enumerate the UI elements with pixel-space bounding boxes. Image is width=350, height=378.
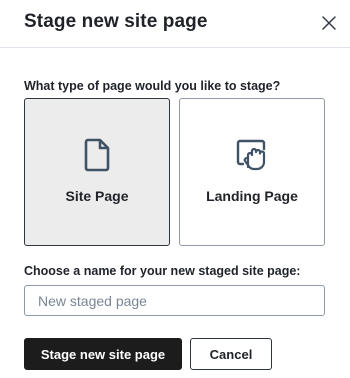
- document-icon: [84, 138, 110, 172]
- page-name-label: Choose a name for your new staged site p…: [24, 264, 301, 278]
- site-page-option-label: Site Page: [65, 188, 129, 204]
- landing-page-option-label: Landing Page: [206, 188, 298, 204]
- dialog-header: Stage new site page: [0, 0, 350, 48]
- page-name-input[interactable]: [24, 285, 325, 316]
- stage-site-page-dialog: Stage new site page What type of page wo…: [0, 0, 350, 378]
- hand-tap-icon: [236, 139, 266, 171]
- dialog-title: Stage new site page: [24, 11, 208, 32]
- site-page-option[interactable]: Site Page: [24, 98, 170, 246]
- page-type-question: What type of page would you like to stag…: [24, 79, 281, 93]
- landing-page-option[interactable]: Landing Page: [179, 98, 325, 246]
- cancel-button[interactable]: Cancel: [190, 338, 272, 370]
- close-icon[interactable]: [319, 13, 339, 33]
- stage-new-site-page-button[interactable]: Stage new site page: [24, 338, 182, 370]
